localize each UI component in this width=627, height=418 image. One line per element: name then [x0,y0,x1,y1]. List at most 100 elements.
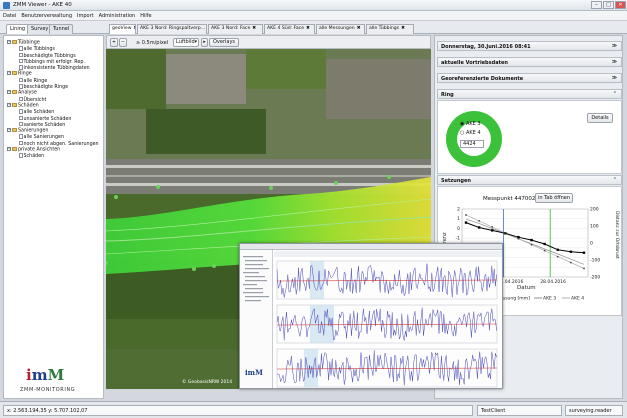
tab-ake3-face[interactable]: AKE 3 Nord: Face ✖ [208,24,263,34]
layer-select[interactable]: Luftbild ▾ [173,38,199,47]
menu-hilfe[interactable]: Hilfe [137,11,153,19]
measurement-window[interactable]: imM [239,243,503,389]
y-right-tick-label: 200 [590,207,599,213]
radio-checked-icon[interactable]: ◉ [460,121,464,127]
tab-geoview[interactable]: geoView✖ [109,24,136,34]
tree-item[interactable]: Schäden [7,153,103,159]
overlay-sidebar: imM [240,250,273,388]
nullmessung-point [530,238,533,242]
ake4-point [569,261,572,264]
overlay-titlebar [240,244,502,250]
tab-tunnel[interactable]: Tunnel [49,24,74,34]
client-label: TestClient [477,405,562,416]
x-axis-label: Datum [517,285,536,291]
folder-icon [12,128,17,133]
logo-text: ZMM-MONITORING [20,387,76,393]
map-copyright: © GeobasisNRW 2014 [182,380,233,385]
open-in-tab-button[interactable]: in Tab öffnen [535,193,573,203]
chevron-down-icon: ▾ [194,39,197,45]
radio-ake4[interactable]: ○ AKE 4 [460,130,481,136]
y-left-tick-label: 2 [457,207,460,213]
coordinates-readout: x: 2.563.194,35 y: 5.707.102,07 [3,405,473,416]
document-icon [19,121,23,127]
collapse-icon[interactable]: − [7,40,11,44]
radio-unchecked-icon[interactable]: ○ [460,130,464,136]
y-right-axis-label: Distanz zur Ortsbrust [614,211,620,259]
ring-number-field[interactable]: 4424 [460,140,484,148]
document-icon [19,65,23,70]
tab-ake3-ringspalt[interactable]: AKE 3 Nord: Ringspaltverp...✖ [137,24,207,34]
tab-lining[interactable]: Lining [6,24,30,34]
chevron-up-icon[interactable]: ⌃ [613,91,617,97]
menu-administration[interactable]: Administration [96,11,138,19]
collapse-icon[interactable]: − [7,90,11,95]
svg-text:imM: imM [245,368,263,377]
collapse-icon[interactable]: − [7,102,11,107]
collapse-icon[interactable]: − [7,128,11,133]
folder-icon [12,71,17,76]
tab-close-icon[interactable]: ✖ [357,26,361,31]
maximize-button[interactable]: □ [603,1,614,9]
tab-bar: Lining Survey Tunnel geoView✖ AKE 3 Nord… [0,21,627,34]
tab-close-icon[interactable]: ✖ [306,26,310,31]
document-icon [19,140,23,146]
tab-ake4-face[interactable]: AKE 4 Süd: Face ✖ [264,24,315,34]
menu-bar: Datei Benutzerverwaltung Import Administrat… [0,11,627,21]
nullmessung-point [491,229,494,232]
section-setzungen[interactable]: Setzungen ⌃ [437,175,622,185]
collapse-icon[interactable]: − [7,147,11,152]
legend-ake3: AKE 3 [543,296,556,302]
ring-diagram [446,111,502,167]
overlays-toggle-icon[interactable]: ▸ [201,38,208,47]
nullmessung-point [582,251,586,254]
section-georef-dokumente[interactable]: Georeferenzierte Dokumente ≫ [437,73,622,83]
folder-icon [12,102,17,107]
y-right-tick-label: -200 [590,275,600,281]
menu-benutzerverwaltung[interactable]: Benutzerverwaltung [18,11,74,19]
scale-label: ≥ 0.5m/pixel [136,40,169,46]
tab-close-icon[interactable]: ✖ [133,26,135,31]
chevron-up-icon[interactable]: ⌃ [613,177,617,183]
ake4-point [556,255,559,258]
tab-alle-messungen[interactable]: alle Messungen ✖ [316,24,365,34]
tab-close-icon[interactable]: ✖ [252,26,256,31]
map-toolbar: + − ≥ 0.5m/pixel Luftbild ▾ ▸ Overlays [106,35,431,49]
radio-ake3[interactable]: ◉ AKE 3 [460,121,481,127]
tab-alle-tuebbings[interactable]: alle Tübbings ✖ [366,24,414,34]
y-right-tick-label: 100 [590,224,599,230]
document-icon [19,153,23,158]
navigation-tree: − Tübbinge alle Tübbings beschädigte Tübb… [4,36,103,160]
user-label: surveying.reader [565,405,623,416]
ake4-point [543,249,546,252]
section-vortriebsdaten[interactable]: aktuelle Vortriebsdaten ≫ [437,57,622,67]
ake4-point [491,225,494,228]
document-icon [19,46,23,51]
status-bar: x: 2.563.194,35 y: 5.707.102,07 TestClie… [0,401,627,418]
minimize-button[interactable]: – [591,1,602,9]
y-left-tick-label: 1 [457,216,460,222]
chevron-down-icon[interactable]: ≫ [612,75,617,81]
zoom-out-button[interactable]: − [119,38,127,47]
close-button[interactable]: ✕ [615,1,626,9]
overlays-button[interactable]: Overlays [209,38,239,47]
y-right-tick-label: 0 [590,241,593,247]
nullmessung-point [477,226,481,229]
collapse-icon[interactable]: − [7,71,11,76]
folder-icon [12,147,17,152]
document-icon [19,52,23,58]
menu-import[interactable]: Import [74,11,96,19]
sidebar-tree-panel: − Tübbinge alle Tübbings beschädigte Tübb… [3,35,104,399]
y-right-tick-label: -100 [590,258,600,264]
y-left-tick-label: 0 [457,226,460,232]
chevron-down-icon[interactable]: ≫ [612,43,617,49]
tab-close-icon[interactable]: ✖ [401,26,405,31]
details-button[interactable]: Details [587,113,613,123]
nullmessung-point [556,248,559,251]
ake4-point [517,237,520,240]
section-ring[interactable]: Ring ⌃ [437,89,622,99]
zoom-in-button[interactable]: + [110,38,118,47]
nullmessung-point [543,242,546,246]
chevron-down-icon[interactable]: ≫ [612,59,617,65]
date-header[interactable]: Donnerstag, 30.Juni.2016 08:41 ≫ [437,41,622,51]
menu-datei[interactable]: Datei [0,11,18,19]
